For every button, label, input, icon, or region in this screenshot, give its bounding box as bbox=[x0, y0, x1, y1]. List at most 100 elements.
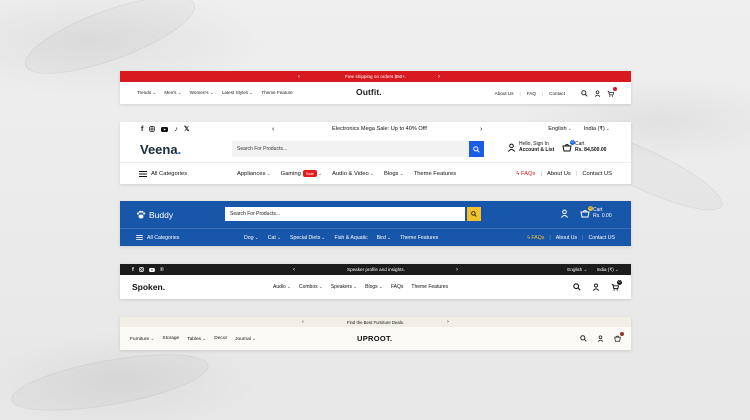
cart-link[interactable]: 0 Cart Rs. 84,500.00 bbox=[562, 139, 607, 153]
announcement-text: Free shipping on orders $50+. bbox=[344, 74, 407, 79]
link-faq[interactable]: FAQ bbox=[527, 91, 536, 96]
link-about-us[interactable]: About Us bbox=[556, 235, 577, 241]
cart-count-badge: 0 bbox=[588, 205, 593, 211]
link-faqs[interactable]: ϟ FAQs bbox=[527, 235, 544, 241]
header-right: About Us | FAQ | Contact bbox=[495, 86, 617, 97]
store-logo[interactable]: Buddy bbox=[136, 210, 173, 220]
divider: | bbox=[549, 234, 551, 241]
nav-item-faqs[interactable]: FAQs bbox=[391, 284, 404, 290]
cart-icon[interactable]: 0 bbox=[611, 280, 622, 291]
nav-item-theme-feature[interactable]: Theme Feature bbox=[261, 90, 292, 96]
nav-item-latest-styles[interactable]: Latest Styles⌄ bbox=[222, 90, 254, 96]
link-about-us[interactable]: About Us bbox=[547, 171, 571, 177]
nav-item-theme-features[interactable]: Theme Features bbox=[414, 171, 457, 177]
store-logo[interactable]: Outfit. bbox=[356, 87, 382, 97]
menu-icon bbox=[139, 170, 147, 177]
instagram-icon[interactable] bbox=[139, 267, 144, 272]
category-bar: All Categories Appliances⌄ Gaming Sale ⌄ A… bbox=[120, 162, 631, 184]
nav-item-audio-video[interactable]: Audio & Video⌄ bbox=[332, 171, 374, 177]
nav-item-fish-aquatic[interactable]: Fish & Aquatic bbox=[335, 235, 368, 241]
paw-icon bbox=[136, 210, 146, 219]
nav-item-speakers[interactable]: Speakers⌄ bbox=[331, 284, 357, 290]
cart-icon[interactable] bbox=[607, 86, 617, 97]
youtube-icon[interactable] bbox=[148, 267, 155, 272]
search-input[interactable]: Search For Products... bbox=[232, 141, 484, 157]
facebook-icon[interactable]: f bbox=[132, 267, 134, 273]
prev-arrow-icon[interactable]: ‹ bbox=[298, 74, 300, 80]
language-selector[interactable]: English⌄ bbox=[548, 126, 572, 132]
nav-item-furniture[interactable]: Furniture⌄ bbox=[130, 336, 154, 342]
nav-item-theme-features[interactable]: Theme Features bbox=[411, 284, 448, 290]
promo-text: Electronics Mega Sale: Up to 40% Off! bbox=[332, 126, 428, 132]
nav-item-trends[interactable]: Trends⌄ bbox=[137, 90, 156, 96]
nav-item-combos[interactable]: Combos⌄ bbox=[299, 284, 323, 290]
tiktok-icon[interactable]: ♪ bbox=[174, 126, 178, 133]
next-arrow-icon[interactable]: › bbox=[480, 126, 482, 133]
link-contact-us[interactable]: Contact US bbox=[588, 235, 615, 241]
currency-selector[interactable]: India (₹)⌄ bbox=[584, 126, 610, 132]
instagram-icon[interactable] bbox=[149, 126, 156, 132]
nav-item-gaming[interactable]: Gaming Sale ⌄ bbox=[281, 169, 322, 177]
user-icon[interactable] bbox=[594, 89, 601, 97]
nav-item-cat[interactable]: Cat⌄ bbox=[268, 235, 281, 241]
promo-text: Find the Best Furniture Deals. bbox=[346, 319, 405, 325]
announcement-bar: ‹ Free shipping on orders $50+. › bbox=[120, 71, 631, 82]
nav-item-mens[interactable]: Men's⌄ bbox=[164, 90, 181, 96]
facebook-icon[interactable]: f bbox=[141, 126, 143, 133]
user-icon[interactable] bbox=[597, 335, 604, 342]
divider: | bbox=[540, 170, 542, 177]
nav-item-special-diets[interactable]: Special Diets⌄ bbox=[290, 235, 325, 241]
search-button[interactable] bbox=[467, 207, 481, 221]
next-arrow-icon[interactable]: › bbox=[456, 267, 458, 273]
prev-arrow-icon[interactable]: ‹ bbox=[272, 126, 274, 133]
nav-item-womens[interactable]: Women's⌄ bbox=[190, 90, 214, 96]
nav-item-decor[interactable]: Decor bbox=[214, 336, 227, 342]
search-button[interactable] bbox=[469, 141, 484, 157]
buddy-header: Buddy Search For Products... 0 Cart Rs. … bbox=[120, 201, 631, 246]
nav-item-blogs[interactable]: Blogs⌄ bbox=[384, 171, 404, 177]
cart-icon[interactable] bbox=[614, 332, 624, 342]
primary-nav: Audio⌄ Combos⌄ Speakers⌄ Blogs⌄ FAQs The… bbox=[273, 284, 448, 290]
nav-item-audio[interactable]: Audio⌄ bbox=[273, 284, 291, 290]
prev-arrow-icon[interactable]: ‹ bbox=[302, 319, 304, 325]
next-arrow-icon[interactable]: › bbox=[447, 319, 449, 325]
search-icon[interactable] bbox=[581, 89, 588, 97]
store-logo[interactable]: Spoken. bbox=[132, 282, 165, 292]
account-link[interactable]: Hello, Sign In Account & List bbox=[507, 141, 554, 153]
link-contact[interactable]: Contact bbox=[549, 91, 565, 96]
language-selector[interactable]: English⌄ bbox=[567, 267, 587, 273]
search-icon[interactable] bbox=[580, 335, 587, 342]
next-arrow-icon[interactable]: › bbox=[438, 74, 440, 80]
store-logo[interactable]: Veena. bbox=[140, 142, 181, 157]
cart-total: Rs. 84,500.00 bbox=[575, 147, 607, 153]
store-logo[interactable]: UPROOT. bbox=[357, 334, 392, 343]
nav-item-blogs[interactable]: Blogs⌄ bbox=[365, 284, 383, 290]
cart-link[interactable]: 0 Cart Rs. 0.00 bbox=[580, 205, 612, 219]
all-categories-button[interactable]: All Categories bbox=[139, 170, 187, 177]
search-input[interactable]: Search For Products... bbox=[225, 207, 465, 221]
nav-item-journal[interactable]: Journal⌄ bbox=[235, 336, 256, 342]
prev-arrow-icon[interactable]: ‹ bbox=[293, 267, 295, 273]
user-icon[interactable] bbox=[592, 283, 600, 291]
currency-selector[interactable]: India (₹)⌄ bbox=[597, 267, 619, 273]
pinterest-icon[interactable]: ℗ bbox=[160, 267, 164, 273]
link-faqs[interactable]: ϟ FAQs bbox=[516, 171, 535, 177]
youtube-icon[interactable] bbox=[161, 126, 169, 132]
outfit-header: ‹ Free shipping on orders $50+. › Trends… bbox=[120, 71, 631, 104]
all-categories-button[interactable]: All Categories bbox=[136, 235, 179, 241]
nav-item-tables[interactable]: Tables⌄ bbox=[187, 336, 206, 342]
nav-item-dog[interactable]: Dog⌄ bbox=[244, 235, 259, 241]
promo-text: Speaker profile and insights. bbox=[347, 267, 405, 272]
divider: | bbox=[582, 234, 584, 241]
user-icon[interactable] bbox=[560, 209, 569, 218]
nav-item-theme-features[interactable]: Theme Features bbox=[400, 235, 438, 241]
nav-item-appliances[interactable]: Appliances⌄ bbox=[237, 171, 271, 177]
link-contact-us[interactable]: Contact US bbox=[582, 171, 612, 177]
search-icon[interactable] bbox=[573, 283, 581, 291]
main-bar: Buddy Search For Products... 0 Cart Rs. … bbox=[120, 201, 631, 228]
cart-icon: 0 bbox=[562, 139, 575, 152]
link-about-us[interactable]: About Us bbox=[495, 91, 514, 96]
nav-item-storage[interactable]: Storage bbox=[162, 336, 179, 342]
nav-item-bird[interactable]: Bird⌄ bbox=[377, 235, 391, 241]
x-icon[interactable]: 𝕏 bbox=[184, 125, 190, 133]
